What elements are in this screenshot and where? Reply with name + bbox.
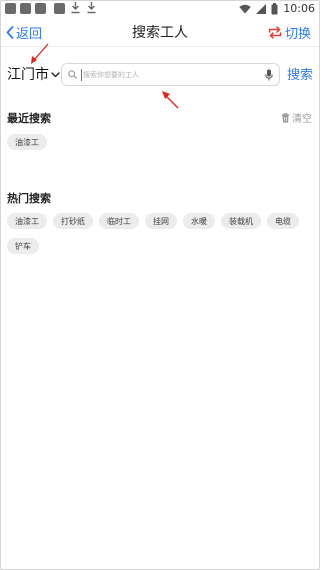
download-icon: [87, 2, 96, 14]
recent-search-list: 油漆工: [7, 134, 313, 150]
hot-search-chip[interactable]: 装载机: [221, 213, 261, 229]
recent-search-chip[interactable]: 油漆工: [7, 134, 47, 150]
hot-search-chip[interactable]: 电缆: [267, 213, 299, 229]
app-notification-icon: [35, 3, 46, 14]
switch-button[interactable]: 切换: [268, 22, 311, 42]
download-icon: [71, 2, 80, 14]
app-notification-icon: [54, 3, 65, 14]
hot-search-chip[interactable]: 油漆工: [7, 213, 47, 229]
hot-search-chip[interactable]: 挂网: [145, 213, 177, 229]
hot-search-chip[interactable]: 打砂纸: [53, 213, 93, 229]
search-icon: [68, 70, 77, 79]
search-button[interactable]: 搜索: [287, 64, 313, 83]
app-notification-icon: [5, 3, 16, 14]
hot-search-title: 热门搜索: [7, 192, 51, 205]
microphone-icon[interactable]: [265, 69, 273, 81]
switch-label: 切换: [284, 26, 311, 42]
arrow-to-search: [162, 91, 179, 109]
switch-arrows-icon: [268, 25, 282, 39]
city-selector[interactable]: 江门市: [7, 63, 60, 85]
trash-icon: [281, 112, 290, 122]
hot-search-chip[interactable]: 临时工: [99, 213, 139, 229]
wifi-icon: [239, 4, 251, 13]
text-cursor: [81, 68, 82, 81]
app-notification-icon: [20, 3, 31, 14]
hot-search-chip[interactable]: 铲车: [7, 238, 39, 254]
clock-time: 10:06: [283, 2, 315, 15]
clear-history-button[interactable]: 清空: [281, 110, 312, 125]
hot-search-list: 油漆工 打砂纸 临时工 挂网 水暖 装载机 电缆 铲车: [7, 213, 313, 254]
signal-icon: [256, 3, 267, 14]
search-input[interactable]: [83, 70, 265, 79]
hot-search-chip[interactable]: 水暖: [183, 213, 215, 229]
status-bar: 10:06: [0, 0, 320, 17]
city-name: 江门市: [7, 67, 49, 83]
recent-search-title: 最近搜索: [7, 112, 51, 125]
arrow-to-city: [31, 43, 49, 64]
navigation-bar: 返回 搜索工人 切换: [0, 17, 320, 47]
clear-label: 清空: [292, 114, 312, 125]
search-box[interactable]: [61, 63, 280, 86]
battery-icon: [271, 2, 278, 14]
chevron-down-icon: [51, 71, 60, 77]
